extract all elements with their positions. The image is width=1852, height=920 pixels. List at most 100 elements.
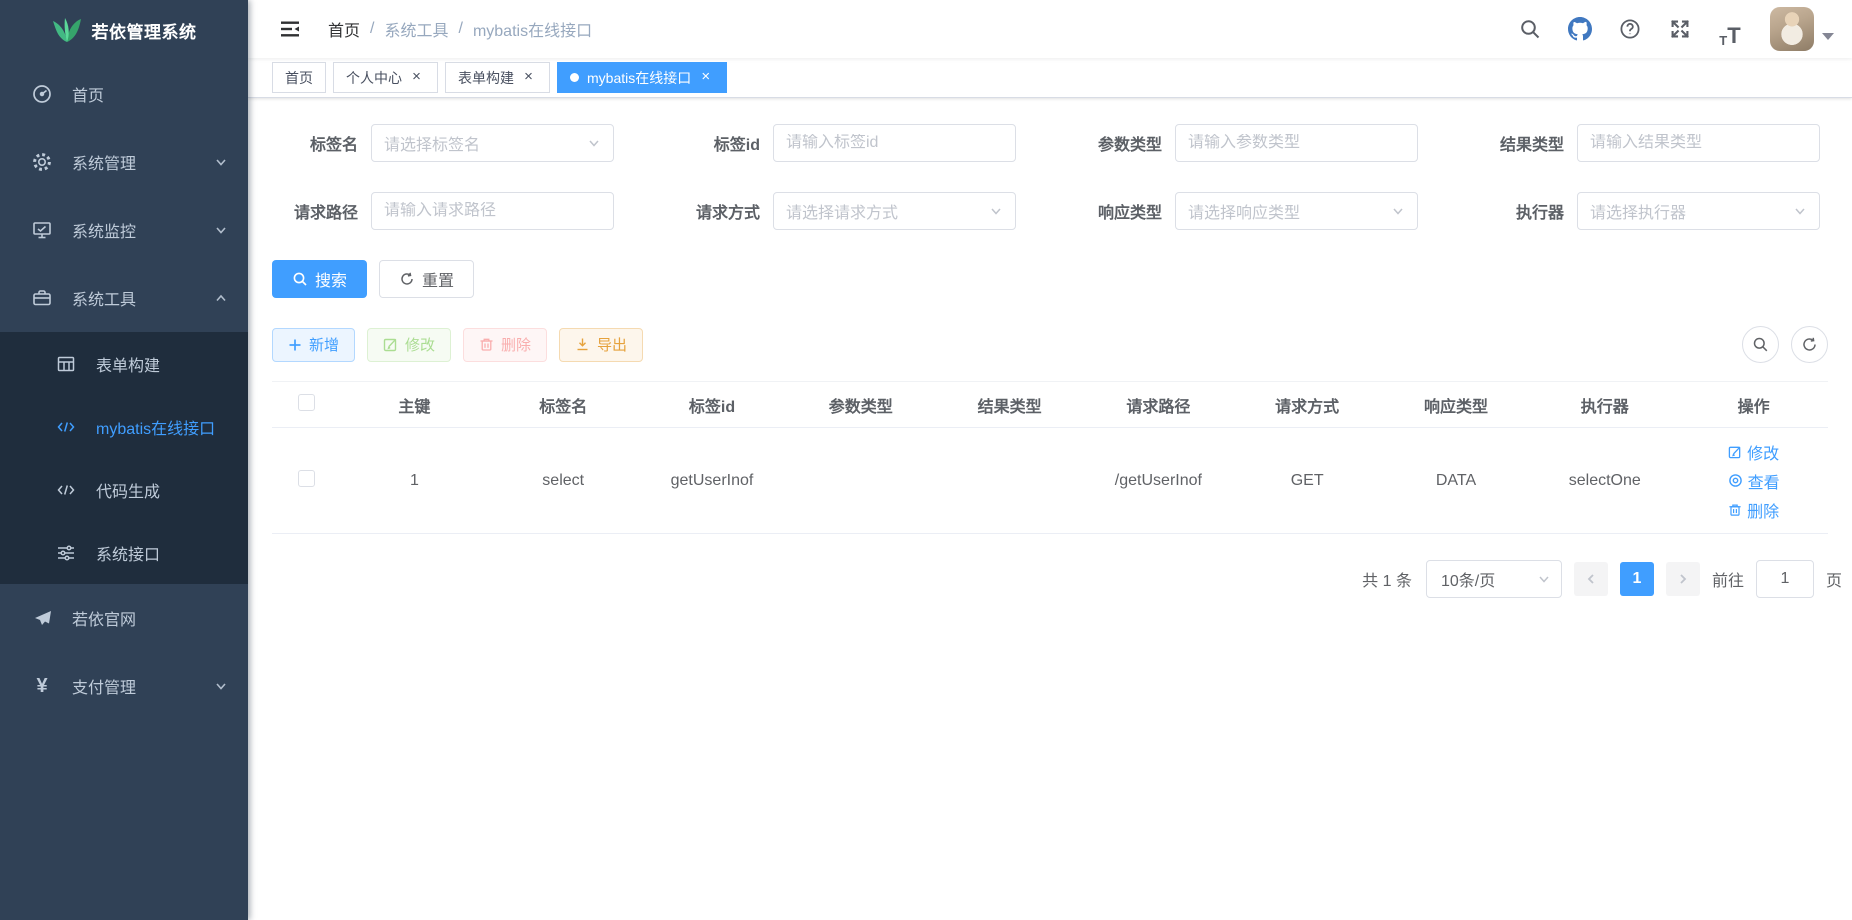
search-icon[interactable] [1512,11,1548,47]
row-checkbox[interactable] [298,470,315,487]
page-content: 标签名 请选择标签名 标签id 参数类型 [248,98,1852,920]
tag-id-input[interactable] [786,134,1003,152]
cell-tag-name: select [489,428,638,534]
paper-plane-icon [28,607,56,629]
edit-button[interactable]: 修改 [367,328,451,362]
chevron-down-icon [1391,204,1405,218]
page-number-1[interactable]: 1 [1620,562,1654,596]
page-unit-label: 页 [1826,567,1842,591]
user-menu[interactable] [1770,7,1834,51]
tag-home[interactable]: 首页 [272,62,326,93]
app-logo[interactable]: 若依管理系统 [0,0,248,60]
breadcrumb-separator: / [370,20,374,38]
sidebar-item-label: 支付管理 [72,674,214,698]
close-icon[interactable]: × [408,69,425,86]
row-delete-link[interactable]: 删除 [1728,498,1779,522]
fullscreen-icon[interactable] [1662,11,1698,47]
param-type-input[interactable] [1188,134,1405,152]
page-size-select[interactable]: 10条/页 [1426,560,1562,598]
monitor-icon [28,219,56,241]
result-type-input[interactable] [1590,134,1807,152]
user-avatar[interactable] [1770,7,1814,51]
select-placeholder: 请选择标签名 [384,131,581,155]
refresh-table-button[interactable] [1791,326,1828,363]
tag-profile[interactable]: 个人中心 × [333,62,438,93]
search-button[interactable]: 搜索 [272,260,367,298]
page-size-value: 10条/页 [1441,567,1537,591]
row-operations: 修改 查看 [1679,440,1828,522]
sidebar-item-system-tools[interactable]: 系统工具 [0,264,248,332]
data-table: 主键 标签名 标签id 参数类型 结果类型 请求路径 请求方式 响应类型 执行器… [272,381,1828,534]
help-icon[interactable] [1612,11,1648,47]
tag-form-builder[interactable]: 表单构建 × [445,62,550,93]
search-icon [292,271,308,287]
breadcrumb-separator: / [458,20,462,38]
breadcrumb-home[interactable]: 首页 [328,17,360,41]
col-header-executor: 执行器 [1530,382,1679,428]
field-label: 标签id [674,131,760,155]
next-page-button[interactable] [1666,562,1700,596]
cell-tag-id: getUserInof [638,428,787,534]
breadcrumb-parent: 系统工具 [384,17,448,41]
prev-page-button[interactable] [1574,562,1608,596]
executor-select[interactable]: 请选择执行器 [1577,192,1820,230]
add-button-label: 新增 [309,334,339,355]
col-header-param-type: 参数类型 [786,382,935,428]
chevron-down-icon [1537,572,1551,586]
request-path-input[interactable] [384,202,601,220]
goto-page-input[interactable] [1756,560,1814,598]
tag-mybatis-api-active[interactable]: mybatis在线接口 × [557,62,727,93]
sidebar-item-system-manage[interactable]: 系统管理 [0,128,248,196]
sidebar: 若依管理系统 首页 系统管理 [0,0,248,920]
add-button[interactable]: 新增 [272,328,355,362]
field-label: 执行器 [1478,199,1564,223]
reset-button[interactable]: 重置 [379,260,474,298]
close-icon[interactable]: × [697,69,714,86]
field-label: 请求方式 [674,199,760,223]
delete-button[interactable]: 删除 [463,328,547,362]
tag-name-select[interactable]: 请选择标签名 [371,124,614,162]
sidebar-item-system-api[interactable]: 系统接口 [0,521,248,584]
sidebar-item-code-gen[interactable]: 代码生成 [0,458,248,521]
sidebar-item-label: 代码生成 [96,478,228,502]
show-search-icon-button[interactable] [1742,326,1779,363]
col-header-request-method: 请求方式 [1233,382,1382,428]
field-tag-name: 标签名 请选择标签名 [272,124,614,162]
export-button[interactable]: 导出 [559,328,643,362]
sidebar-item-mybatis-api[interactable]: mybatis在线接口 [0,395,248,458]
row-view-link[interactable]: 查看 [1728,469,1780,493]
sidebar-item-ruoyi-site[interactable]: 若依官网 [0,584,248,652]
table-toolbar: 新增 修改 删除 导出 [272,326,1828,363]
select-all-checkbox[interactable] [298,394,315,411]
row-edit-link[interactable]: 修改 [1728,440,1779,464]
sidebar-submenu-tools: 表单构建 mybatis在线接口 代 [0,332,248,584]
download-icon [575,337,590,352]
font-size-icon[interactable]: TT [1712,11,1748,47]
select-placeholder: 请选择响应类型 [1188,199,1385,223]
code-icon [52,479,80,501]
app-root: 若依管理系统 首页 系统管理 [0,0,1852,920]
field-label: 标签名 [272,131,358,155]
sidebar-toggle-icon[interactable] [264,17,316,41]
row-delete-label: 删除 [1747,498,1779,522]
sidebar-item-system-monitor[interactable]: 系统监控 [0,196,248,264]
close-icon[interactable]: × [520,69,537,86]
param-type-input-wrap [1175,124,1418,162]
request-method-select[interactable]: 请选择请求方式 [773,192,1016,230]
navbar-actions: TT [1512,7,1834,51]
tag-id-input-wrap [773,124,1016,162]
chevron-down-icon [214,155,228,169]
chevron-down-icon [214,679,228,693]
github-icon[interactable] [1562,11,1598,47]
ruoyi-leaf-icon [52,17,82,43]
sidebar-item-form-builder[interactable]: 表单构建 [0,332,248,395]
response-type-select[interactable]: 请选择响应类型 [1175,192,1418,230]
sidebar-item-payment-manage[interactable]: ¥ 支付管理 [0,652,248,720]
chevron-down-icon [214,223,228,237]
sidebar-item-label: 表单构建 [96,352,228,376]
table-row[interactable]: 1 select getUserInof /getUserInof GET DA… [272,428,1828,534]
sidebar-item-label: 若依官网 [72,606,228,630]
cell-id: 1 [340,428,489,534]
sidebar-item-home[interactable]: 首页 [0,60,248,128]
chevron-down-icon [989,204,1003,218]
